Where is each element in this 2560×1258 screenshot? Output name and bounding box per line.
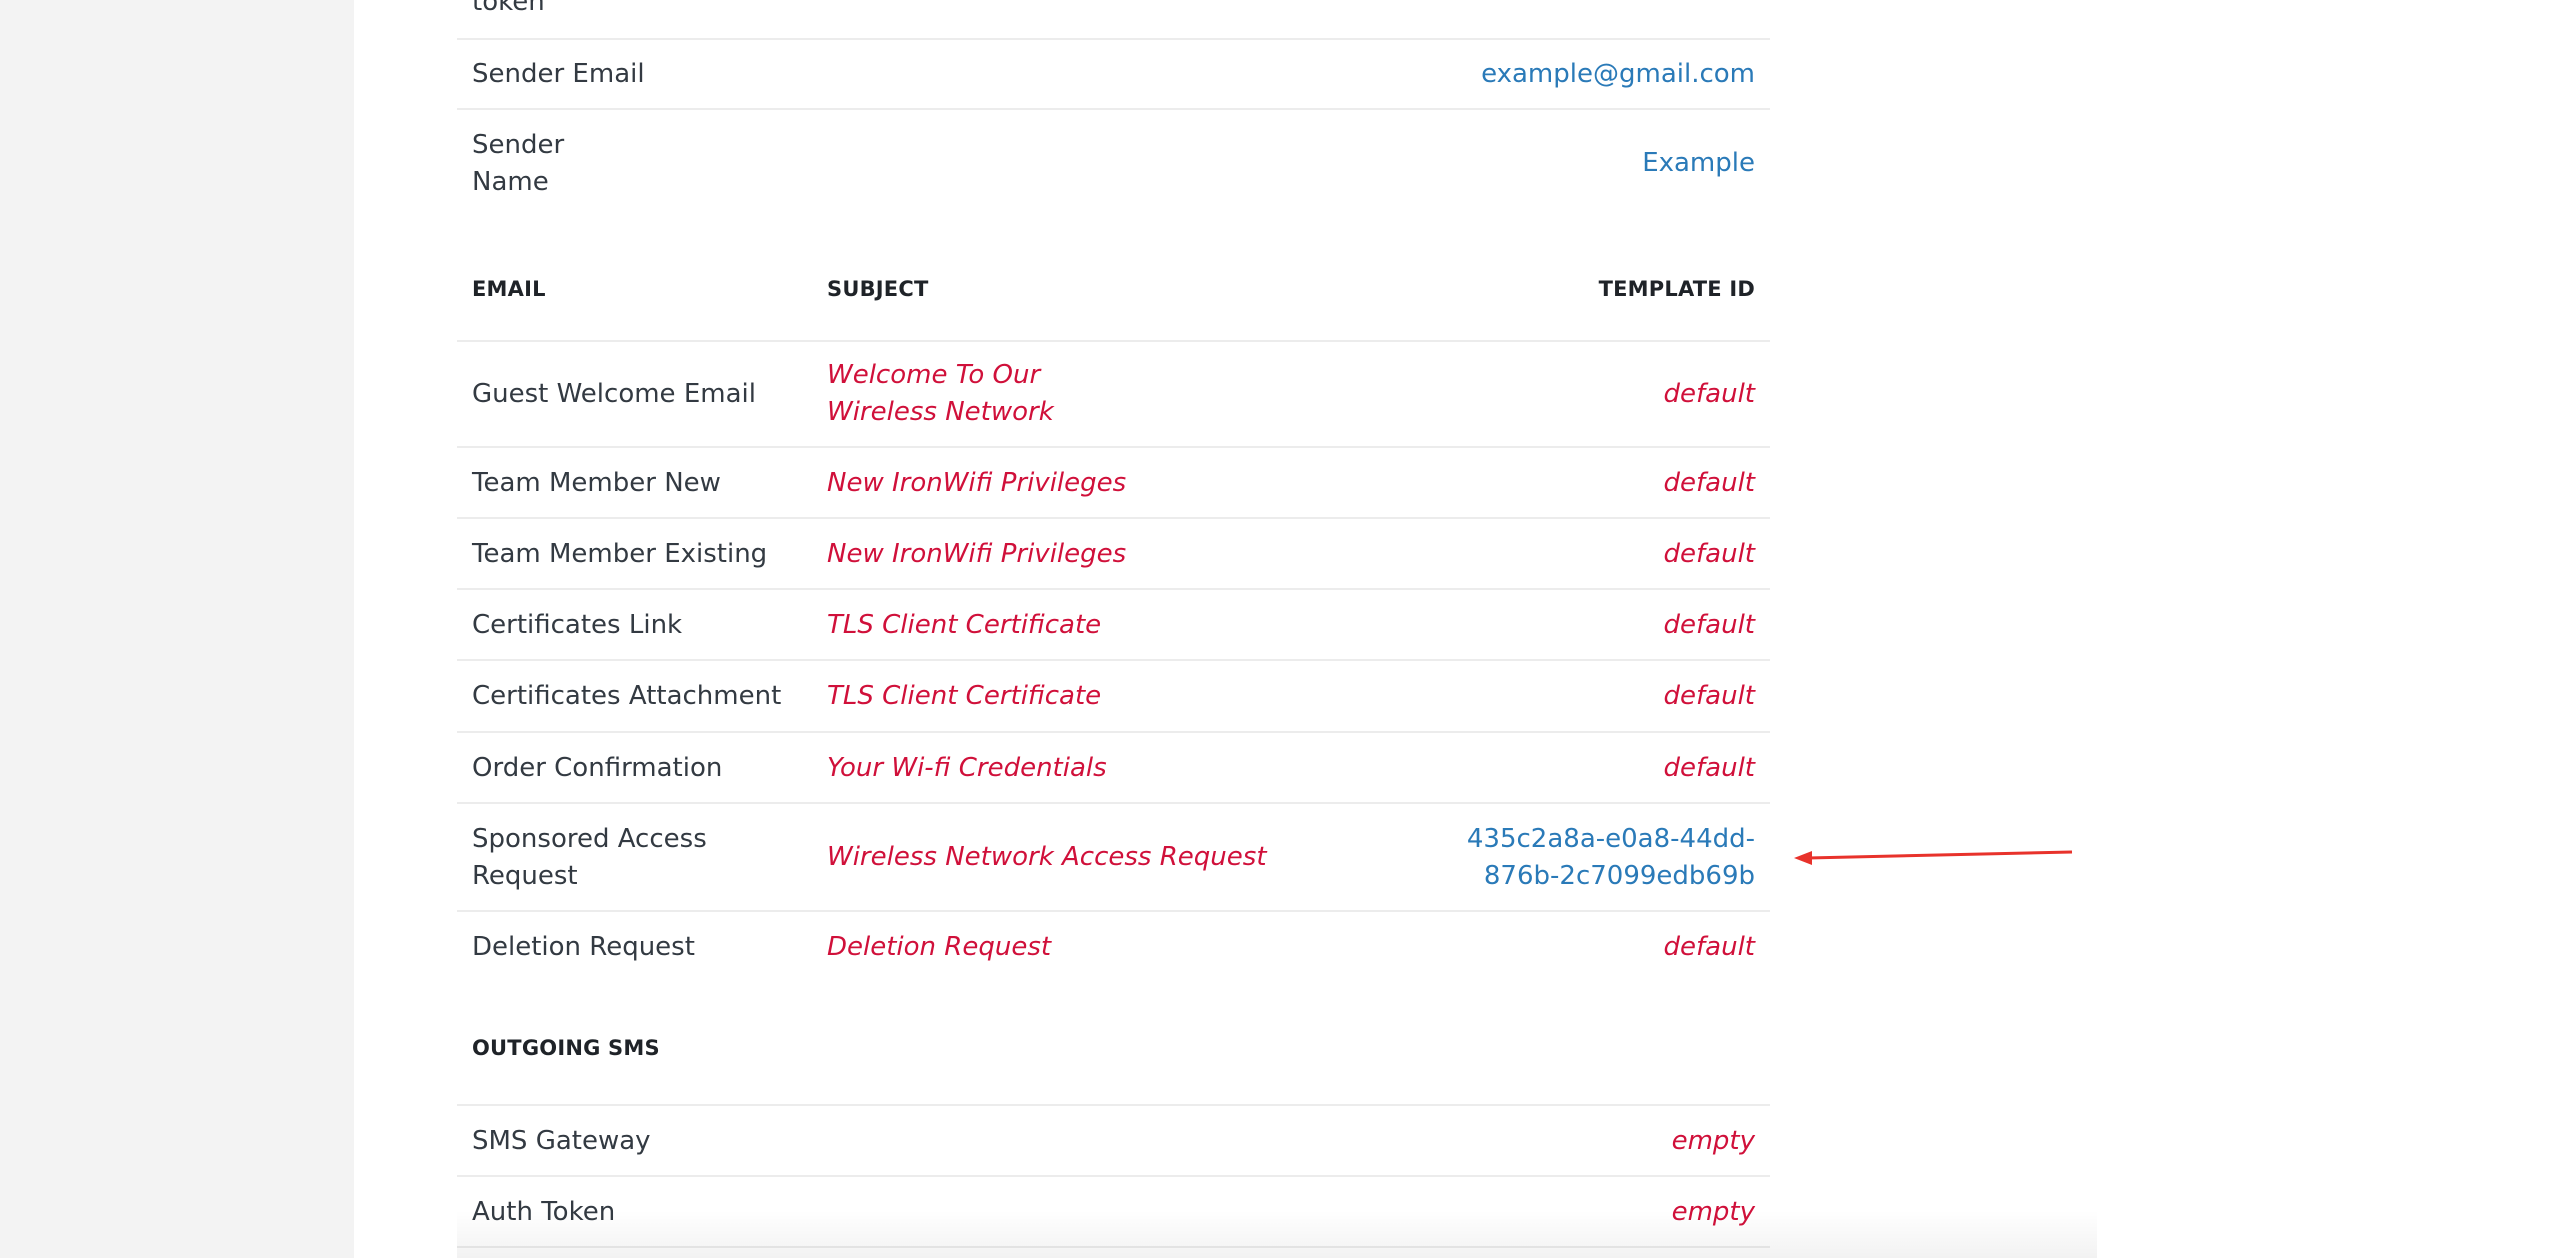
main-content: token Sender Email example@gmail.com Sen… (354, 0, 2560, 1258)
email-table-header: EMAIL SUBJECT TEMPLATE ID (457, 212, 1770, 342)
template-id[interactable]: default (1664, 536, 1755, 573)
setting-label: Auth Token (472, 1197, 616, 1227)
setting-label: SMS Gateway (472, 1126, 651, 1156)
email-subject[interactable]: New IronWifi Privileges (827, 536, 1126, 573)
column-header-email: EMAIL (472, 277, 546, 301)
email-name: Certificates Attachment (472, 681, 782, 711)
email-name: Deletion Request (472, 932, 695, 962)
template-id[interactable]: default (1664, 750, 1755, 787)
table-row: Certificates Link TLS Client Certificate… (457, 590, 1770, 661)
column-header-subject: SUBJECT (827, 277, 929, 301)
table-row: Deletion Request Deletion Request defaul… (457, 912, 1770, 981)
setting-label: Sender Email (472, 59, 645, 89)
auth-token-value[interactable]: empty (1672, 1194, 1755, 1231)
template-id-link[interactable]: 435c2a8a-e0a8-44dd-876b-2c7099edb69b (1465, 821, 1755, 895)
template-id[interactable]: default (1664, 465, 1755, 502)
setting-row-sms-gateway: SMS Gateway empty (457, 1106, 1770, 1177)
sender-email-value[interactable]: example@gmail.com (1481, 56, 1755, 93)
table-row: Certificates Attachment TLS Client Certi… (457, 661, 1770, 733)
partial-row: token (457, 0, 1770, 40)
email-name: Certificates Link (472, 610, 683, 640)
email-name: Order Confirmation (472, 753, 723, 783)
sms-heading: OUTGOING SMS (472, 1036, 660, 1060)
table-row: Team Member New New IronWifi Privileges … (457, 448, 1770, 519)
email-name: Team Member Existing (472, 539, 768, 569)
email-name: Guest Welcome Email (472, 379, 756, 409)
sender-name-value[interactable]: Example (1642, 145, 1755, 182)
email-subject[interactable]: Wireless Network Access Request (827, 839, 1267, 876)
left-gutter (0, 0, 354, 1258)
template-id[interactable]: default (1664, 678, 1755, 715)
template-id[interactable]: default (1664, 376, 1755, 413)
table-row: Team Member Existing New IronWifi Privil… (457, 519, 1770, 590)
table-row: Order Confirmation Your Wi-fi Credential… (457, 733, 1770, 804)
setting-row-sender-email: Sender Email example@gmail.com (457, 40, 1770, 110)
email-subject[interactable]: Welcome To Our Wireless Network (827, 357, 1157, 431)
email-name: Team Member New (472, 468, 721, 498)
sms-gateway-value[interactable]: empty (1672, 1123, 1755, 1160)
email-subject[interactable]: TLS Client Certificate (827, 607, 1101, 644)
table-row: Guest Welcome Email Welcome To Our Wirel… (457, 342, 1770, 448)
email-subject[interactable]: Your Wi-fi Credentials (827, 750, 1107, 787)
partial-row-label: token (472, 0, 545, 17)
setting-row-auth-token: Auth Token empty (457, 1177, 1770, 1248)
table-row: Sponsored Access Request Wireless Networ… (457, 804, 1770, 912)
template-id[interactable]: default (1664, 607, 1755, 644)
template-id[interactable]: default (1664, 929, 1755, 966)
column-header-template-id: TEMPLATE ID (1598, 277, 1755, 301)
setting-label: Sender Name (472, 130, 565, 197)
setting-row-sender-name: Sender Name Example (457, 110, 1770, 212)
email-subject[interactable]: Deletion Request (827, 929, 1051, 966)
email-subject[interactable]: New IronWifi Privileges (827, 465, 1126, 502)
sms-section-header: OUTGOING SMS (457, 983, 1770, 1106)
email-name: Sponsored Access Request (472, 824, 707, 891)
email-subject[interactable]: TLS Client Certificate (827, 678, 1101, 715)
